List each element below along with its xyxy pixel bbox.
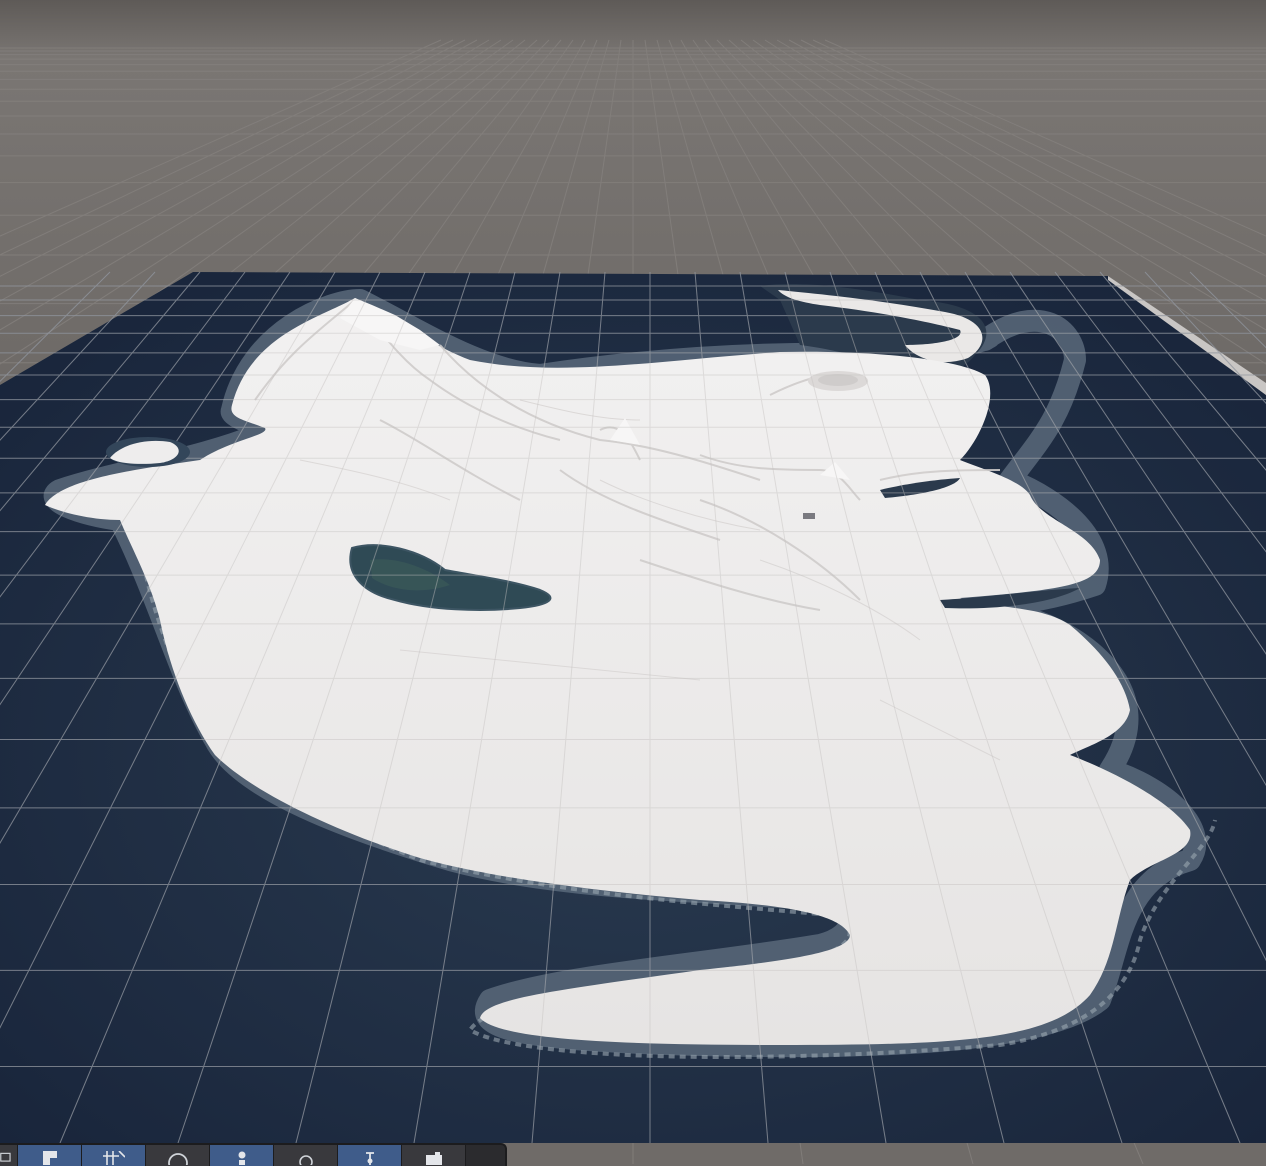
- camera-button[interactable]: [402, 1145, 466, 1166]
- scene-object-marker[interactable]: [803, 513, 815, 519]
- light-icon: [238, 1151, 245, 1165]
- terrain-west-islet: [106, 437, 190, 467]
- image-button[interactable]: [0, 1145, 18, 1166]
- orbit-icon: [167, 1153, 188, 1165]
- transform-gizmo-button[interactable]: [338, 1145, 402, 1166]
- viewport-toolbar: [0, 1143, 507, 1166]
- light-button[interactable]: [210, 1145, 274, 1166]
- camera-icon: [425, 1152, 442, 1165]
- shading-mode-button[interactable]: [18, 1145, 82, 1166]
- search-icon: [298, 1155, 313, 1165]
- grid-snap-button[interactable]: [82, 1145, 146, 1166]
- transform-gizmo-icon: [365, 1152, 374, 1165]
- grid-snap-icon: [102, 1151, 125, 1165]
- orbit-button[interactable]: [146, 1145, 210, 1166]
- search-button[interactable]: [274, 1145, 338, 1166]
- shading-mode-icon: [42, 1151, 57, 1165]
- image-icon: [0, 1152, 11, 1162]
- viewport-canvas[interactable]: [0, 0, 1266, 1164]
- scene-viewport[interactable]: [0, 0, 1266, 1164]
